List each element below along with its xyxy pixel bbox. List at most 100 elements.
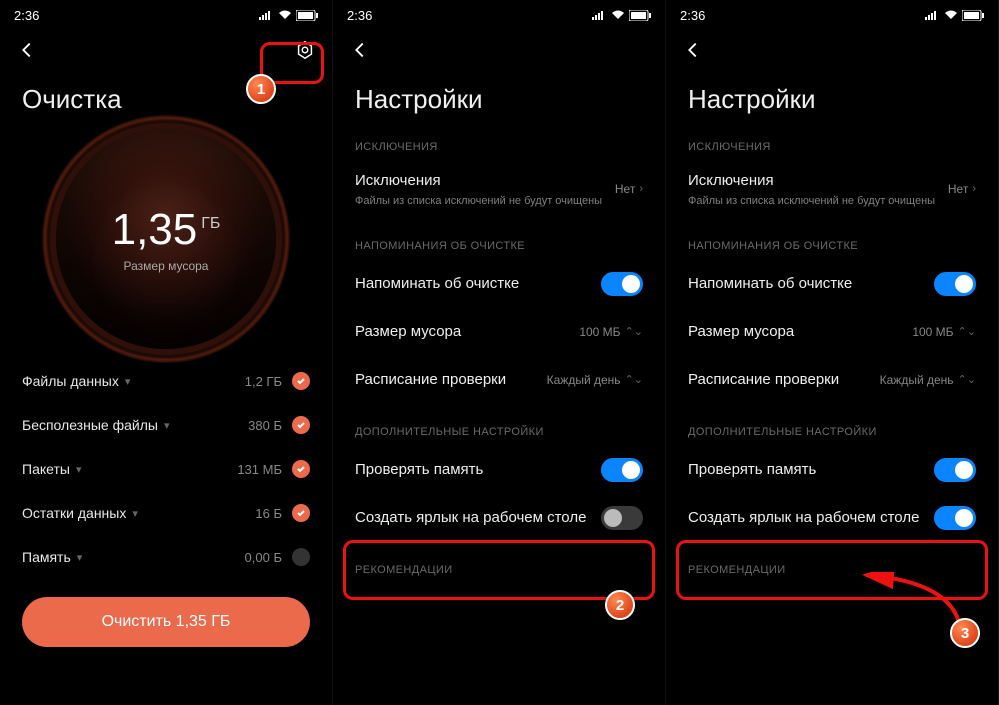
toggle-shortcut-on[interactable]	[934, 506, 976, 530]
clean-button[interactable]: Очистить 1,35 ГБ	[22, 597, 310, 647]
row-label: Память	[22, 549, 71, 565]
section-recommendations: РЕКОМЕНДАЦИИ	[333, 542, 665, 584]
section-extra: ДОПОЛНИТЕЛЬНЫЕ НАСТРОЙКИ	[666, 404, 998, 446]
row-schedule[interactable]: Расписание проверки Каждый день ⌃⌄	[666, 356, 998, 404]
updown-icon: ⌃⌄	[958, 373, 976, 386]
row-label: Остатки данных	[22, 505, 126, 521]
toggle[interactable]	[601, 458, 643, 482]
row-label: Расписание проверки	[355, 370, 520, 390]
row-label: Расписание проверки	[688, 370, 853, 390]
dial-value: 1,35	[112, 205, 198, 255]
status-icons	[925, 10, 984, 21]
panel-settings-on: 2:36 Настройки ИСКЛЮЧЕНИЯ Исключения Фай…	[666, 0, 999, 705]
row-value: Нет	[615, 182, 635, 196]
status-icons	[259, 10, 318, 21]
back-button[interactable]	[349, 39, 371, 66]
row-value: 1,2 ГБ	[245, 374, 282, 389]
toggle[interactable]	[601, 272, 643, 296]
checkbox-icon[interactable]	[292, 416, 310, 434]
row-value: 100 МБ	[912, 325, 953, 339]
updown-icon: ⌃⌄	[625, 373, 643, 386]
page-title: Настройки	[666, 74, 998, 119]
row-remind-clean[interactable]: Напоминать об очистке	[333, 260, 665, 308]
section-exclusions: ИСКЛЮЧЕНИЯ	[333, 119, 665, 161]
dial-subtitle: Размер мусора	[124, 259, 209, 273]
row-label: Бесполезные файлы	[22, 417, 158, 433]
row-remind-clean[interactable]: Напоминать об очистке	[666, 260, 998, 308]
row-value: 100 МБ	[579, 325, 620, 339]
updown-icon: ⌃⌄	[625, 325, 643, 338]
row-value: Каждый день	[547, 373, 621, 387]
panel-cleaner: 2:36 Очистка 1,35 ГБ Размер мусора Файлы…	[0, 0, 333, 705]
row-trash-size[interactable]: Размер мусора 100 МБ ⌃⌄	[333, 308, 665, 356]
status-time: 2:36	[680, 8, 705, 23]
row-exclusions[interactable]: Исключения Файлы из списка исключений не…	[666, 161, 998, 218]
chevron-right-icon: ›	[639, 183, 643, 195]
row-value: 131 МБ	[237, 462, 282, 477]
chevron-down-icon: ▾	[76, 463, 82, 476]
list-item[interactable]: Остатки данных▾ 16 Б	[22, 491, 310, 535]
settings-gear-icon[interactable]	[294, 39, 316, 66]
row-create-shortcut[interactable]: Создать ярлык на рабочем столе	[666, 494, 998, 542]
status-bar: 2:36	[333, 0, 665, 30]
row-trash-size[interactable]: Размер мусора 100 МБ ⌃⌄	[666, 308, 998, 356]
row-check-memory[interactable]: Проверять память	[666, 446, 998, 494]
checkbox-icon[interactable]	[292, 460, 310, 478]
clean-button-label: Очистить 1,35 ГБ	[102, 613, 231, 631]
row-check-memory[interactable]: Проверять память	[333, 446, 665, 494]
row-value: Каждый день	[880, 373, 954, 387]
header	[666, 30, 998, 74]
row-exclusions[interactable]: Исключения Файлы из списка исключений не…	[333, 161, 665, 218]
chevron-down-icon: ▾	[77, 551, 83, 564]
list-item[interactable]: Пакеты ▾ 131 МБ	[22, 447, 310, 491]
row-create-shortcut[interactable]: Создать ярлык на рабочем столе	[333, 494, 665, 542]
checkbox-icon[interactable]	[292, 504, 310, 522]
status-icons	[592, 10, 651, 21]
status-time: 2:36	[347, 8, 372, 23]
row-value: Нет	[948, 182, 968, 196]
header	[0, 30, 332, 74]
toggle-shortcut-off[interactable]	[601, 506, 643, 530]
toggle[interactable]	[934, 458, 976, 482]
cleaner-dial: 1,35 ГБ Размер мусора	[0, 129, 332, 349]
status-bar: 2:36	[666, 0, 998, 30]
back-button[interactable]	[682, 39, 704, 66]
annotation-badge-2: 2	[605, 590, 635, 620]
section-extra: ДОПОЛНИТЕЛЬНЫЕ НАСТРОЙКИ	[333, 404, 665, 446]
status-time: 2:36	[14, 8, 39, 23]
panel-settings-off: 2:36 Настройки ИСКЛЮЧЕНИЯ Исключения Фай…	[333, 0, 666, 705]
row-desc: Файлы из списка исключений не будут очищ…	[688, 194, 935, 208]
section-exclusions: ИСКЛЮЧЕНИЯ	[666, 119, 998, 161]
row-label: Напоминать об очистке	[688, 274, 866, 294]
row-value: 380 Б	[248, 418, 282, 433]
row-desc: Файлы из списка исключений не будут очищ…	[355, 194, 602, 208]
row-schedule[interactable]: Расписание проверки Каждый день ⌃⌄	[333, 356, 665, 404]
row-label: Проверять память	[688, 460, 830, 480]
updown-icon: ⌃⌄	[958, 325, 976, 338]
list-item[interactable]: Файлы данных ▾ 1,2 ГБ	[22, 359, 310, 403]
checkbox-icon[interactable]	[292, 548, 310, 566]
toggle[interactable]	[934, 272, 976, 296]
row-label: Исключения	[688, 171, 935, 191]
row-label: Размер мусора	[688, 322, 808, 342]
chevron-down-icon: ▾	[132, 507, 138, 520]
row-label: Исключения	[355, 171, 602, 191]
back-button[interactable]	[16, 39, 38, 66]
row-label: Размер мусора	[355, 322, 475, 342]
chevron-down-icon: ▾	[125, 375, 131, 388]
annotation-badge-3: 3	[950, 618, 980, 648]
list-item[interactable]: Бесполезные файлы▾ 380 Б	[22, 403, 310, 447]
row-label: Создать ярлык на рабочем столе	[355, 508, 600, 528]
status-bar: 2:36	[0, 0, 332, 30]
list-item[interactable]: Память ▾ 0,00 Б	[22, 535, 310, 579]
row-label: Создать ярлык на рабочем столе	[688, 508, 933, 528]
header	[333, 30, 665, 74]
checkbox-icon[interactable]	[292, 372, 310, 390]
row-label: Пакеты	[22, 461, 70, 477]
row-label: Файлы данных	[22, 373, 119, 389]
dial-unit: ГБ	[201, 215, 220, 233]
row-label: Напоминать об очистке	[355, 274, 533, 294]
row-value: 0,00 Б	[245, 550, 282, 565]
page-title: Настройки	[333, 74, 665, 119]
page-title: Очистка	[0, 74, 332, 119]
